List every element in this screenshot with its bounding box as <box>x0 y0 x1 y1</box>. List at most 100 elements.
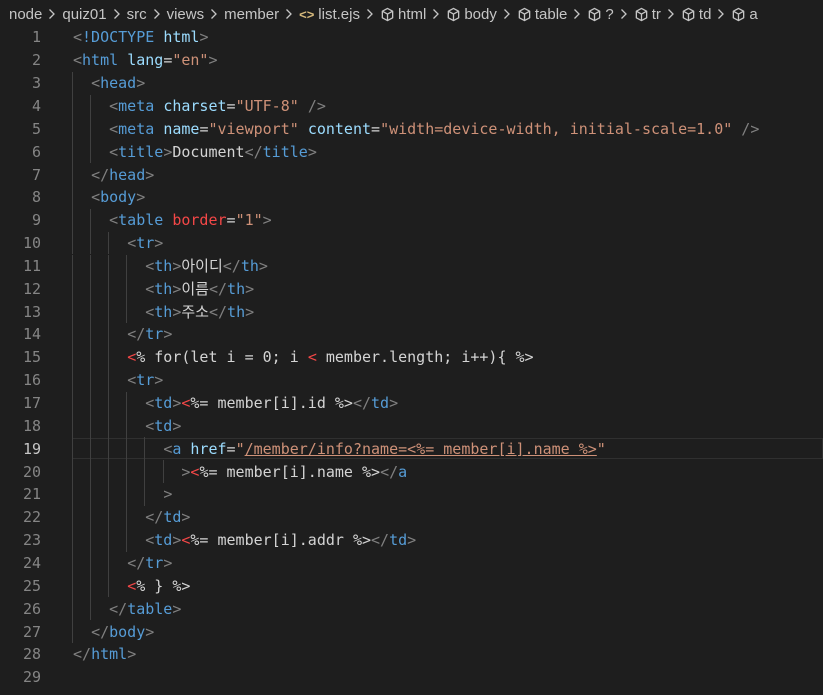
breadcrumb-label: list.ejs <box>318 5 360 23</box>
code-line[interactable]: 17 <td><%= member[i].id %></td> <box>0 392 823 415</box>
code-line[interactable]: 9 <table border="1"> <box>0 209 823 232</box>
indent-guide <box>72 94 73 118</box>
breadcrumb-item-a[interactable]: a <box>731 5 758 23</box>
code-editor[interactable]: 1 <!DOCTYPE html> 2 <html lang="en"> 3 <head… <box>0 26 823 695</box>
breadcrumb-item-tr[interactable]: tr <box>634 6 661 23</box>
line-number: 27 <box>22 622 41 641</box>
code-line[interactable]: 21 > <box>0 483 823 506</box>
code-token: "width=device-width, initial-scale=1.0" <box>380 119 733 138</box>
code-line[interactable]: 16 <tr> <box>0 369 823 392</box>
chevron-right-icon <box>153 8 161 20</box>
line-number: 18 <box>22 416 41 435</box>
indent-guide <box>72 437 73 461</box>
code-token: a <box>172 439 191 458</box>
indent-guide <box>126 528 128 552</box>
code-token: </ <box>91 165 110 184</box>
code-line[interactable]: 22 </td> <box>0 506 823 529</box>
symbol-element-icon <box>681 7 696 22</box>
code-text: </body> <box>73 621 154 643</box>
code-token: meta <box>118 119 164 138</box>
code-text: <meta charset="UTF-8" /> <box>73 95 326 117</box>
breadcrumb-item-html[interactable]: html <box>380 6 426 23</box>
indent-guide <box>108 254 110 278</box>
code-line[interactable]: 11 <th>아이디</th> <box>0 255 823 278</box>
indent-guide <box>90 505 92 529</box>
code-line[interactable]: 2 <html lang="en"> <box>0 49 823 72</box>
code-text: </tr> <box>73 552 172 574</box>
code-token: % } %> <box>136 576 191 595</box>
code-token: body <box>109 622 146 641</box>
code-line[interactable]: 29 <box>0 666 823 689</box>
code-line[interactable]: 1 <!DOCTYPE html> <box>0 26 823 49</box>
line-number: 10 <box>22 234 41 253</box>
code-line[interactable]: 19 <a href="/member/info?name=<%= member… <box>0 437 823 460</box>
chevron-right-icon <box>667 8 675 20</box>
indent-guide <box>90 437 92 461</box>
code-line[interactable]: 15 <% for(let i = 0; i < member.length; … <box>0 346 823 369</box>
code-line[interactable]: 8 <body> <box>0 186 823 209</box>
breadcrumb-label: a <box>749 5 758 23</box>
code-token: tr <box>145 553 164 572</box>
code-line[interactable]: 27 </body> <box>0 620 823 643</box>
code-token: > <box>136 188 146 207</box>
code-token: th <box>227 279 246 298</box>
code-token: !DOCTYPE <box>82 28 164 47</box>
breadcrumb-item-node[interactable]: node <box>9 6 42 23</box>
indent-guide <box>72 300 73 324</box>
code-line[interactable]: 12 <th>이름</th> <box>0 277 823 300</box>
code-line[interactable]: 3 <head> <box>0 72 823 95</box>
code-line[interactable]: 28 </html> <box>0 643 823 666</box>
code-line[interactable]: 10 <tr> <box>0 232 823 255</box>
code-line[interactable]: 26 </table> <box>0 597 823 620</box>
breadcrumb-item-[interactable]: ? <box>587 6 614 23</box>
line-number: 6 <box>31 142 41 161</box>
code-line[interactable]: 6 <title>Document</title> <box>0 140 823 163</box>
code-line[interactable]: 23 <td><%= member[i].addr %></td> <box>0 529 823 552</box>
breadcrumb-item-member[interactable]: member <box>224 6 279 23</box>
code-token: > <box>145 165 155 184</box>
code-line[interactable]: 18 <td> <box>0 414 823 437</box>
breadcrumb-label: tr <box>651 5 661 23</box>
code-line[interactable]: 5 <meta name="viewport" content="width=d… <box>0 117 823 140</box>
indent-guide <box>72 620 73 643</box>
ejs-file-icon: <> <box>299 6 315 22</box>
code-line[interactable]: 7 </head> <box>0 163 823 186</box>
indent-guide <box>72 345 73 369</box>
breadcrumb-label: body <box>464 5 497 23</box>
code-token: </ <box>127 325 146 344</box>
code-token: td <box>154 531 173 550</box>
code-line[interactable]: 13 <th>주소</th> <box>0 300 823 323</box>
indent-guide <box>144 483 146 506</box>
indent-guide <box>108 437 110 461</box>
breadcrumb-item-views[interactable]: views <box>167 6 205 23</box>
breadcrumb-item-table[interactable]: table <box>517 6 567 23</box>
code-line[interactable]: 24 </tr> <box>0 552 823 575</box>
breadcrumb-item-td[interactable]: td <box>681 6 711 23</box>
code-line[interactable]: 20 ><%= member[i].name %></a <box>0 460 823 483</box>
breadcrumb-item-quiz01[interactable]: quiz01 <box>62 6 106 23</box>
breadcrumb-item-body[interactable]: body <box>446 6 497 23</box>
code-token: < <box>145 256 155 275</box>
indent-guide <box>144 460 146 483</box>
code-token: > <box>136 74 146 93</box>
code-text: </head> <box>73 164 154 186</box>
code-text: <html lang="en"> <box>73 49 218 71</box>
indent-guide <box>144 437 146 461</box>
indent-guide <box>90 368 92 392</box>
code-token: 아이디 <box>181 256 223 275</box>
code-token: > <box>163 325 173 344</box>
indent-guide <box>90 551 92 575</box>
breadcrumb-item-listejs[interactable]: <> list.ejs <box>299 6 360 23</box>
breadcrumb-label: member <box>224 5 280 23</box>
code-token: </ <box>127 553 146 572</box>
code-text: <td><%= member[i].id %></td> <box>73 392 398 414</box>
code-token: "UTF-8" <box>235 96 299 115</box>
indent-guide <box>126 391 128 415</box>
code-line[interactable]: 25 <% } %> <box>0 574 823 597</box>
code-line[interactable]: 14 </tr> <box>0 323 823 346</box>
breadcrumb-item-src[interactable]: src <box>127 6 147 23</box>
code-line[interactable]: 4 <meta charset="UTF-8" /> <box>0 95 823 118</box>
